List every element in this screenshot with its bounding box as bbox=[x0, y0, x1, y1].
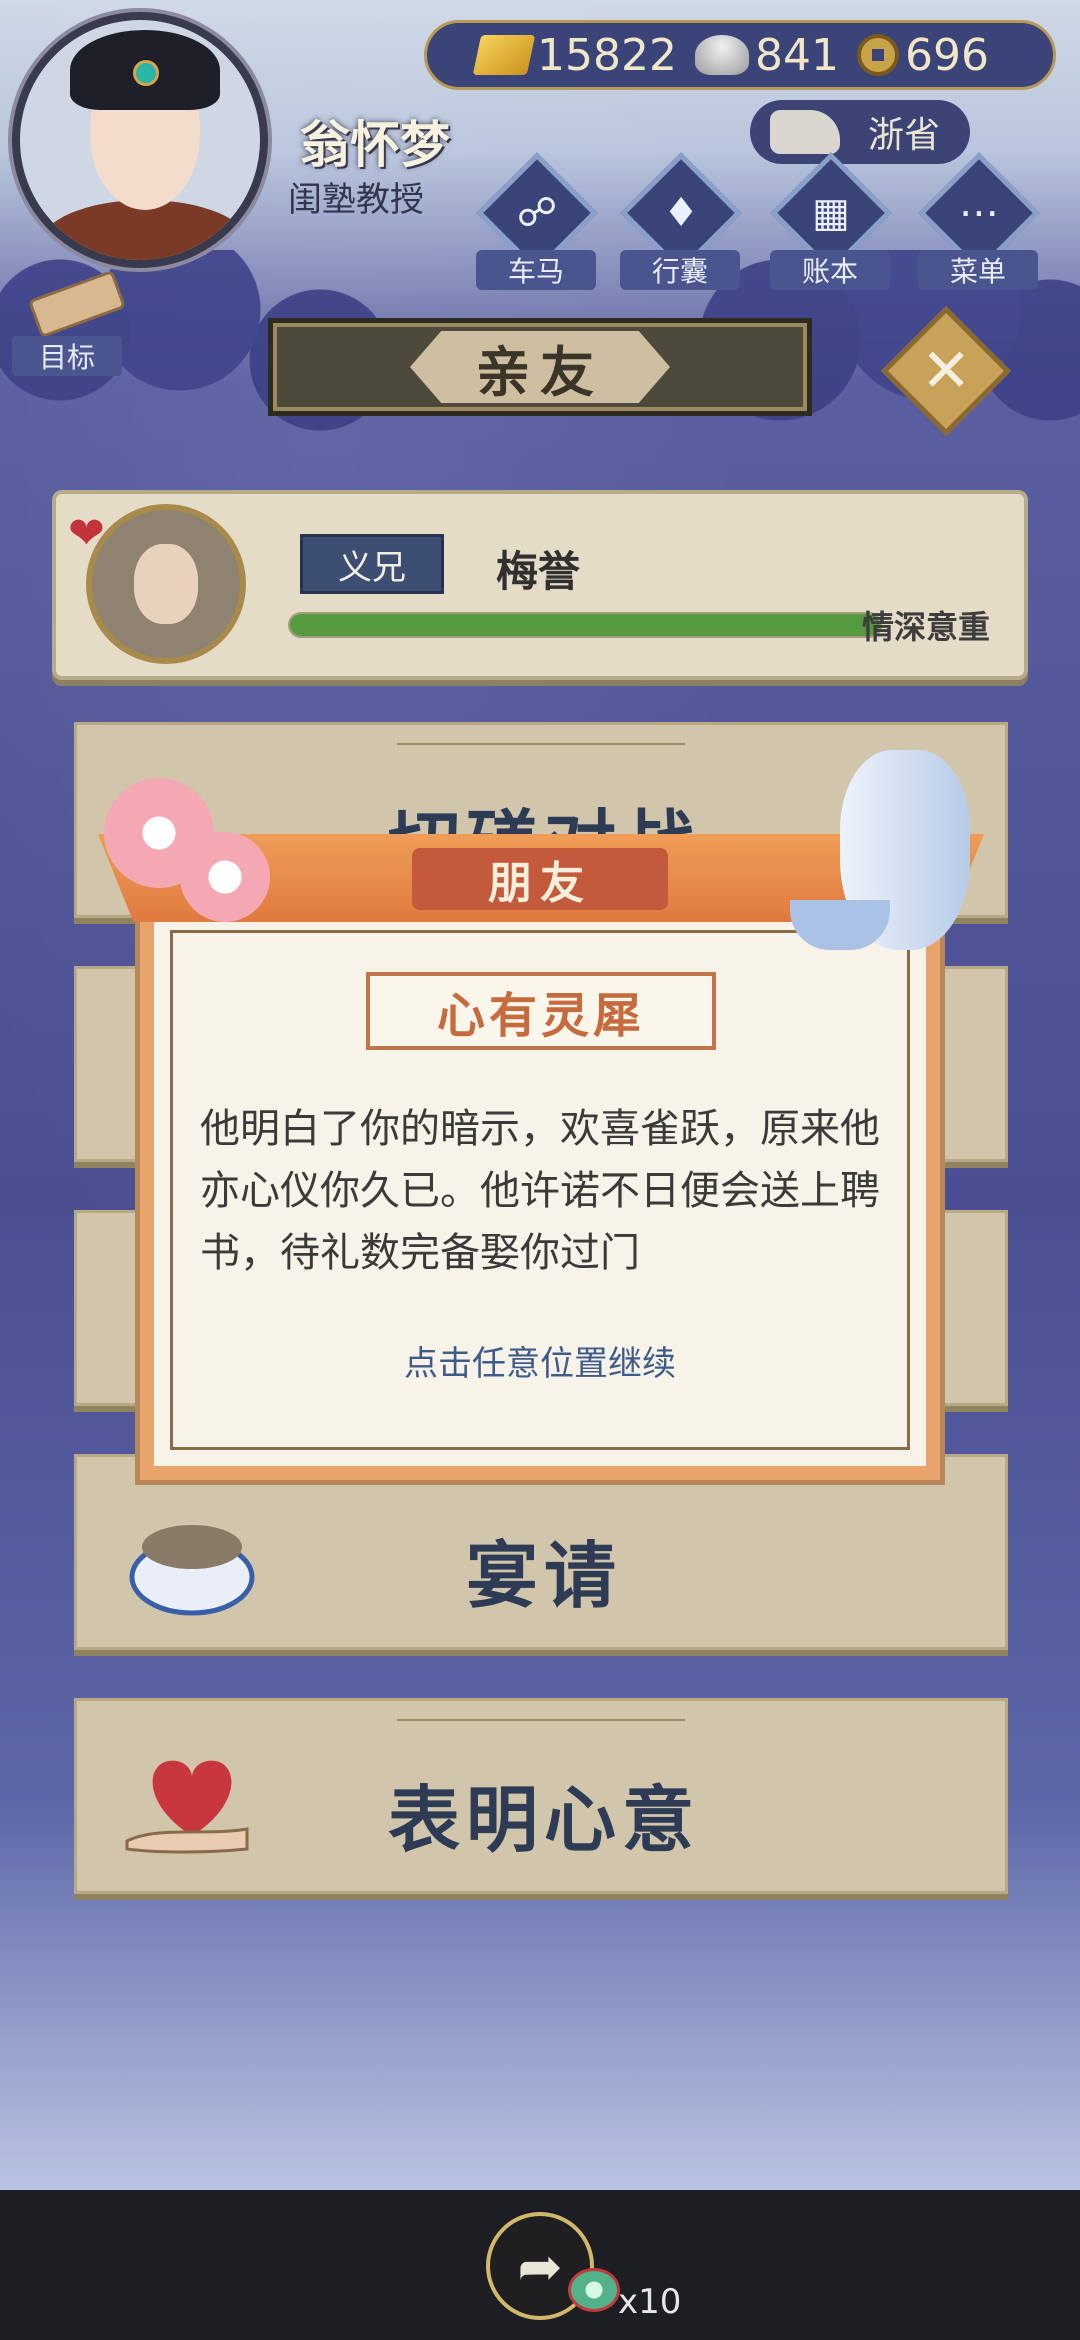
share-reward-count: x10 bbox=[618, 2282, 682, 2322]
share-icon: ➦ bbox=[517, 2234, 563, 2298]
continue-hint[interactable]: 点击任意位置继续 bbox=[140, 1336, 940, 1385]
cherry-blossom-icon bbox=[180, 832, 270, 922]
jade-reward-icon bbox=[568, 2268, 620, 2312]
popup-message: 他明白了你的暗示，欢喜雀跃，原来他亦心仪你久已。他许诺不日便会送上聘书，待礼数完… bbox=[200, 1106, 880, 1276]
popup-subtitle: 心有灵犀 bbox=[366, 972, 716, 1050]
popup-title: 朋友 bbox=[412, 848, 668, 910]
